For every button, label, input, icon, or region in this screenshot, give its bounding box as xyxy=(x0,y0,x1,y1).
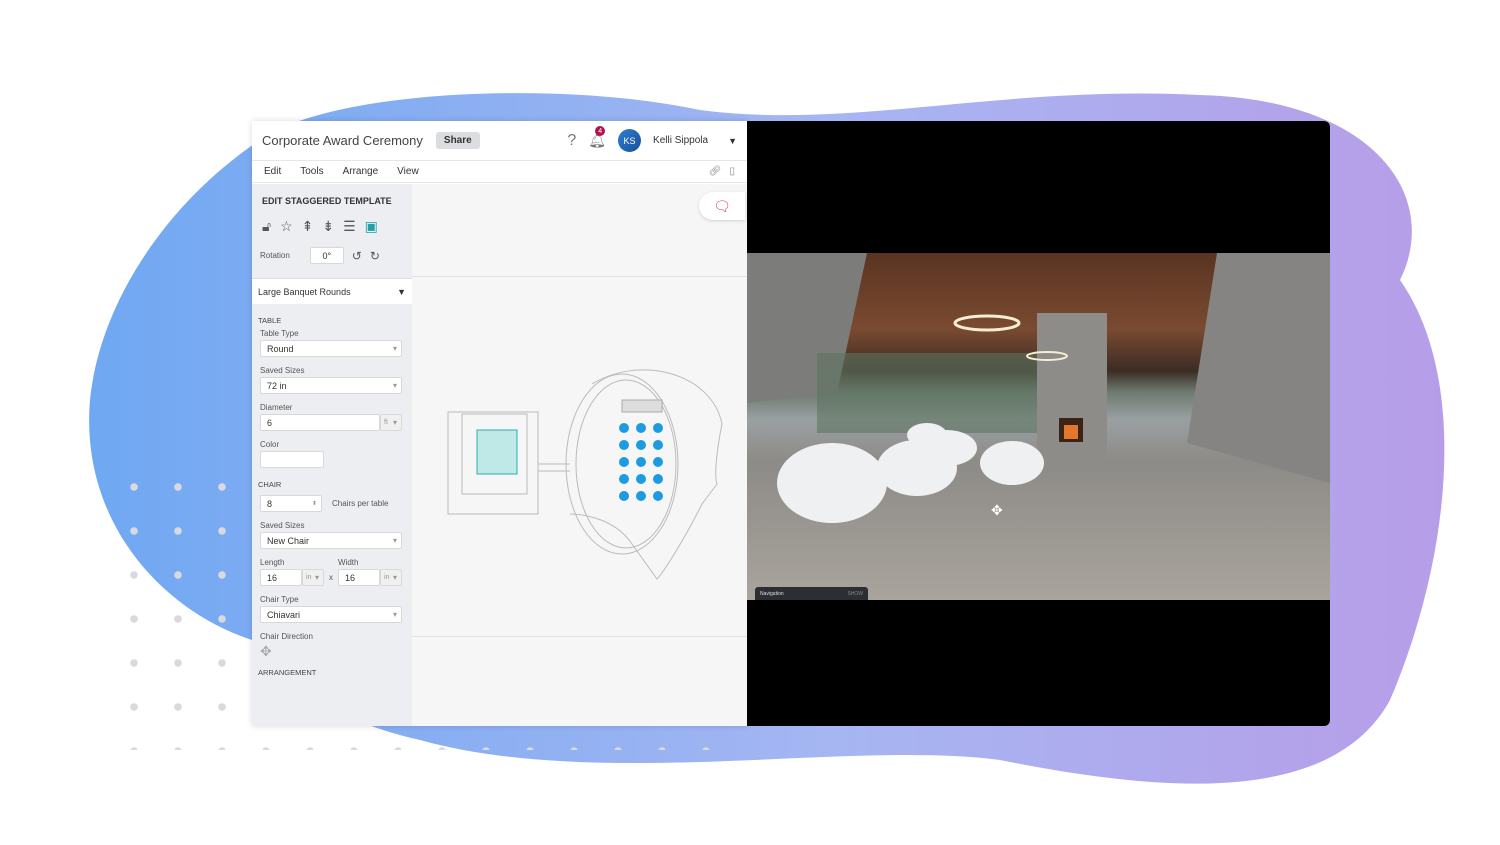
width-input[interactable]: 16 xyxy=(338,569,380,586)
rotation-input[interactable]: 0° xyxy=(309,247,344,264)
diameter-input[interactable]: 6 xyxy=(260,414,380,431)
chevron-down-icon[interactable]: ▼ xyxy=(728,136,737,146)
chair-section: CHAIR xyxy=(258,480,282,489)
color-label: Color xyxy=(260,440,280,449)
align-icon[interactable]: ☰ xyxy=(343,218,356,235)
times-sign: x xyxy=(329,573,333,582)
help-icon[interactable]: ? xyxy=(567,132,576,150)
rotate-right-icon[interactable]: ↻ xyxy=(370,249,380,263)
table-section: TABLE xyxy=(258,316,282,325)
user-name[interactable]: Kelli Sippola xyxy=(653,135,708,146)
menu-arrange[interactable]: Arrange xyxy=(343,166,379,177)
navigation-label: Navigation xyxy=(760,590,784,597)
pdf-icon[interactable]: ▯ xyxy=(729,166,735,177)
navigation-toggle[interactable]: SHOW xyxy=(847,591,863,597)
template-value: Large Banquet Rounds xyxy=(258,286,351,297)
table-type-label: Table Type xyxy=(260,329,299,338)
panel-heading: EDIT STAGGERED TEMPLATE xyxy=(262,196,392,206)
chair-type-select[interactable]: Chiavari xyxy=(260,606,402,623)
floor-plan-canvas[interactable]: 🗨︎ xyxy=(412,184,747,726)
avatar[interactable]: KS xyxy=(618,129,642,152)
table-marker[interactable] xyxy=(653,474,663,484)
venue-3d-render[interactable]: ✥ Navigation SHOW xyxy=(747,253,1330,600)
arrangement-section: ARRANGEMENT xyxy=(258,668,317,677)
table-marker[interactable] xyxy=(636,423,646,433)
menu-edit[interactable]: Edit xyxy=(264,166,281,177)
table-marker[interactable] xyxy=(653,457,663,467)
diameter-label: Diameter xyxy=(260,403,293,412)
chevron-down-icon: ▼ xyxy=(397,286,406,297)
chair-saved-sizes-label: Saved Sizes xyxy=(260,521,305,530)
table-marker[interactable] xyxy=(636,491,646,501)
length-label: Length xyxy=(260,558,285,567)
chair-saved-sizes-select[interactable]: New Chair xyxy=(260,532,402,549)
table-marker[interactable] xyxy=(653,423,663,433)
chairs-per-table-label: Chairs per table xyxy=(332,499,389,508)
saved-sizes-select[interactable]: 72 in xyxy=(260,377,402,394)
venue-image: ✥ xyxy=(747,253,1330,523)
app-header: Corporate Award Ceremony Share ? 🔔︎ 4 KS … xyxy=(252,121,747,161)
table-marker[interactable] xyxy=(636,457,646,467)
svg-text:✥: ✥ xyxy=(991,502,1003,518)
width-label: Width xyxy=(338,558,359,567)
rotate-left-icon[interactable]: ↺ xyxy=(352,249,362,263)
lock-icon[interactable]: 🔓︎ xyxy=(262,218,271,235)
chairs-stepper[interactable]: 8 ⬍ xyxy=(260,495,322,512)
width-unit-select[interactable]: in xyxy=(380,569,402,586)
table-type-select[interactable]: Round xyxy=(260,340,402,357)
menu-tools[interactable]: Tools xyxy=(300,166,323,177)
share-button[interactable]: Share xyxy=(435,132,480,149)
group-icon[interactable]: ▣ xyxy=(365,218,378,235)
properties-panel: EDIT STAGGERED TEMPLATE 🔓︎ ☆ ⇞ ⇟ ☰ ▣ Rotation… xyxy=(252,184,412,726)
table-marker[interactable] xyxy=(619,474,629,484)
diameter-unit-select[interactable]: ft xyxy=(380,414,402,431)
table-marker[interactable] xyxy=(619,423,629,433)
table-marker[interactable] xyxy=(636,474,646,484)
table-marker[interactable] xyxy=(653,491,663,501)
planner-window: Corporate Award Ceremony Share ? 🔔︎ 4 KS … xyxy=(252,121,747,726)
color-picker[interactable] xyxy=(260,451,324,468)
chair-direction-label: Chair Direction xyxy=(260,632,313,641)
navigation-bar[interactable]: Navigation SHOW xyxy=(755,587,868,600)
notifications-button[interactable]: 🔔︎ 4 xyxy=(588,126,606,149)
event-title: Corporate Award Ceremony xyxy=(262,133,423,148)
length-unit-select[interactable]: in xyxy=(302,569,324,586)
table-marker[interactable] xyxy=(619,457,629,467)
rotation-label: Rotation xyxy=(260,251,290,260)
chairs-value: 8 xyxy=(267,498,273,509)
menu-bar: Edit Tools Arrange View 🔗︎ ▯ xyxy=(252,161,747,183)
table-marker[interactable] xyxy=(636,440,646,450)
floor-plan xyxy=(447,369,723,580)
length-input[interactable]: 16 xyxy=(260,569,302,586)
3d-viewer[interactable]: ✥ Navigation SHOW xyxy=(747,121,1330,726)
send-backward-icon[interactable]: ⇟ xyxy=(322,218,334,235)
bring-forward-icon[interactable]: ⇞ xyxy=(302,218,314,235)
menu-view[interactable]: View xyxy=(397,166,419,177)
template-select[interactable]: Large Banquet Rounds ▼ xyxy=(252,278,412,304)
link-icon[interactable]: 🔗︎ xyxy=(709,166,722,177)
table-marker[interactable] xyxy=(653,440,663,450)
saved-sizes-label: Saved Sizes xyxy=(260,366,305,375)
table-marker[interactable] xyxy=(619,440,629,450)
chair-direction-arrows-icon[interactable]: ✥ xyxy=(260,643,412,660)
star-icon[interactable]: ☆ xyxy=(280,218,293,235)
chair-type-label: Chair Type xyxy=(260,595,299,604)
table-marker[interactable] xyxy=(619,491,629,501)
